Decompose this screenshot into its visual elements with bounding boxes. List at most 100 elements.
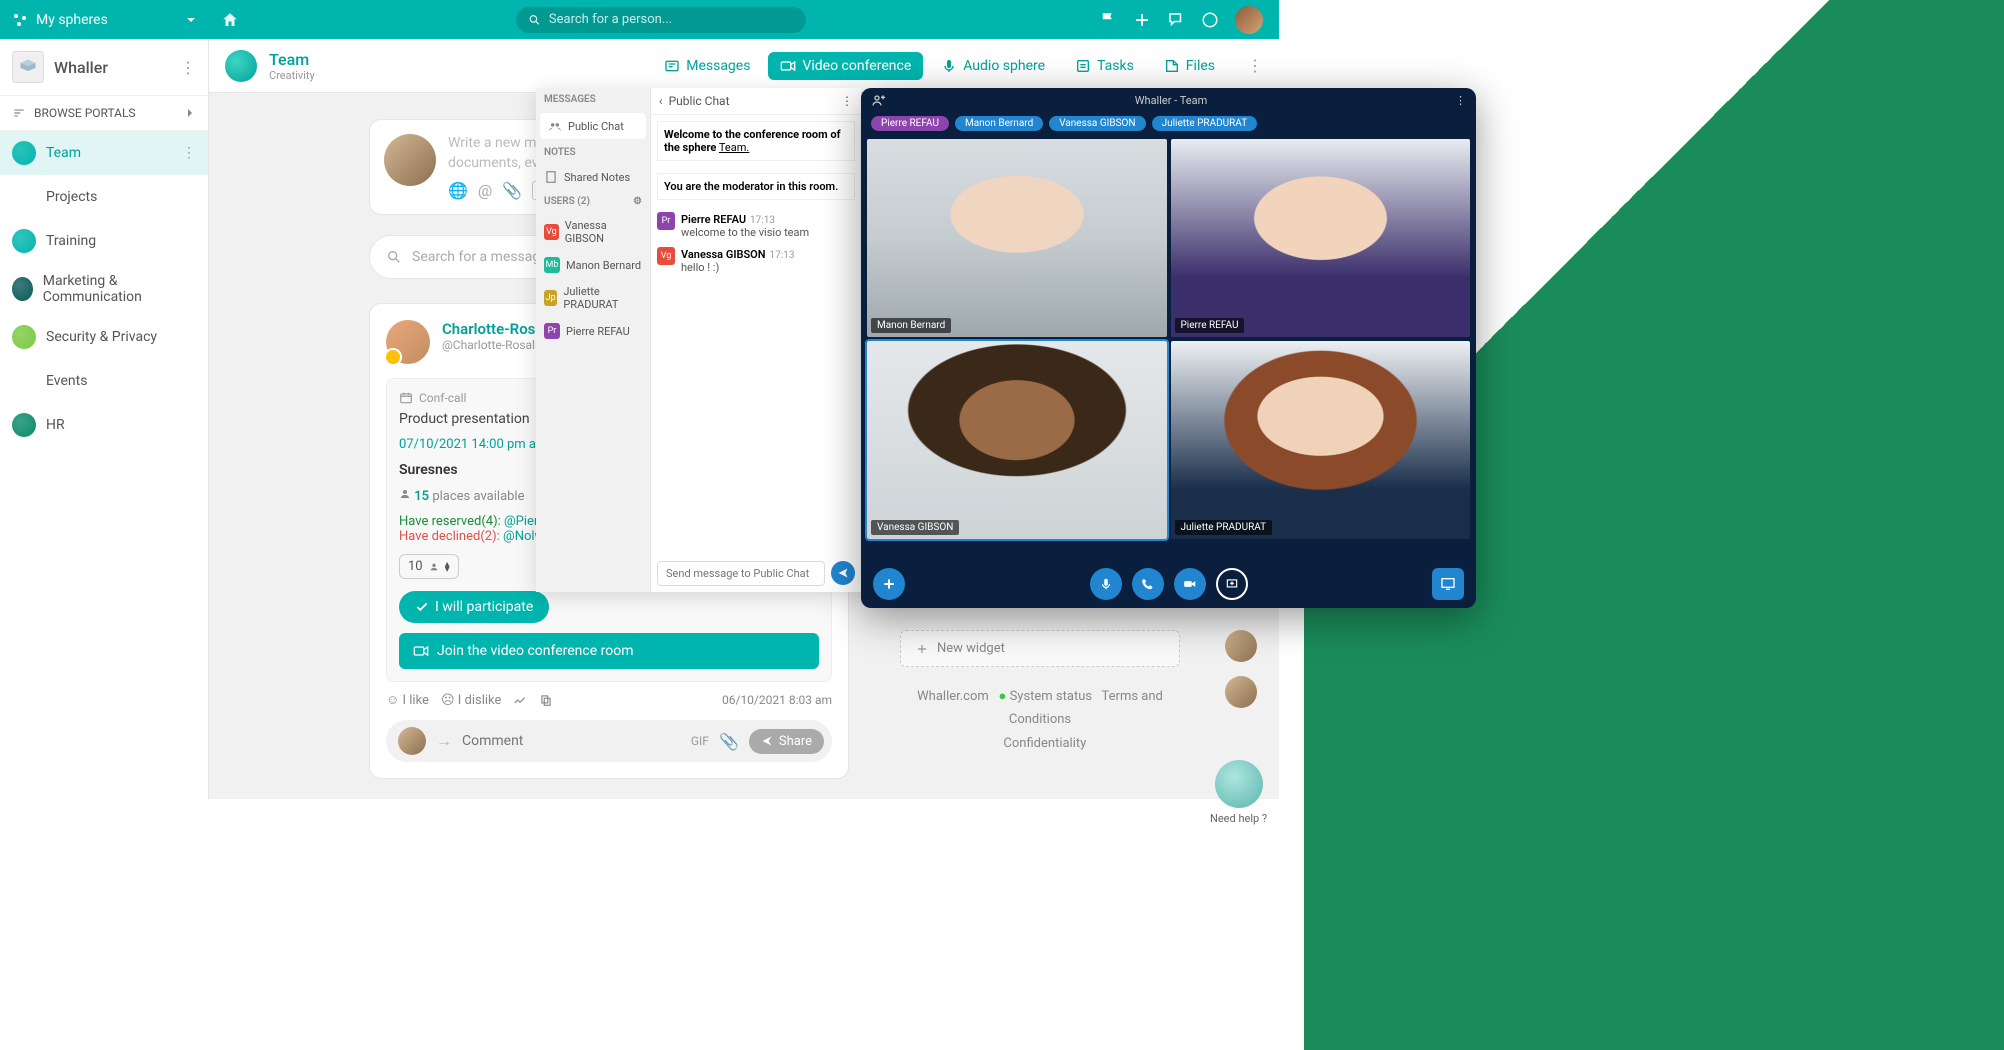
sphere-icon: [12, 277, 33, 301]
org-row[interactable]: Whaller ⋮: [0, 39, 208, 96]
video-participant-tag[interactable]: Pierre REFAU: [871, 116, 949, 131]
copy-icon[interactable]: [539, 693, 553, 707]
new-widget-button[interactable]: New widget: [900, 630, 1180, 667]
chat-user-manon-bernard[interactable]: MbManon Bernard: [536, 251, 650, 279]
sidebar-item-projects[interactable]: Projects: [0, 175, 208, 219]
attach-button[interactable]: 📎: [719, 732, 739, 751]
comment-box[interactable]: → GIF 📎 Share: [386, 720, 832, 762]
my-spheres-dropdown[interactable]: My spheres: [0, 12, 209, 28]
sidebar-item-events[interactable]: Events: [0, 359, 208, 403]
global-search[interactable]: [516, 7, 806, 33]
sidebar-item-label: Projects: [46, 189, 97, 205]
video-cell-pierre-refau[interactable]: Pierre REFAU: [1171, 139, 1471, 337]
footer-conf-link[interactable]: Confidentiality: [1003, 736, 1086, 751]
like-button[interactable]: ☺ I like: [386, 692, 429, 708]
post-quantity[interactable]: 10 ▴▾: [399, 554, 459, 579]
global-search-input[interactable]: [549, 12, 794, 27]
header-more-icon[interactable]: ⋮: [1247, 56, 1263, 75]
chat-welcome: Welcome to the conference room of the sp…: [657, 121, 855, 161]
video-add-button[interactable]: [873, 568, 905, 600]
sidebar-item-team[interactable]: Team ⋮: [0, 131, 208, 175]
chat-more-icon[interactable]: ⋮: [841, 94, 853, 108]
org-more-icon[interactable]: ⋮: [180, 58, 196, 77]
chat-back-icon[interactable]: ‹: [659, 94, 663, 108]
video-share-screen-button[interactable]: [1216, 568, 1248, 600]
chat-section-users: USERS (2): [544, 196, 633, 207]
chat-moderator-notice: You are the moderator in this room.: [657, 173, 855, 200]
compose-at-icon[interactable]: @: [478, 181, 492, 200]
video-conference-window: Whaller - Team ⋮ Pierre REFAUManon Berna…: [861, 88, 1476, 608]
sidebar-item-hr[interactable]: HR: [0, 403, 208, 447]
sphere-title: Team: [269, 50, 315, 69]
presence-avatar[interactable]: [1225, 676, 1257, 708]
help-icon[interactable]: [1201, 11, 1219, 29]
chat-user-vanessa-gibson[interactable]: VgVanessa GIBSON: [536, 213, 650, 251]
video-cell-manon-bernard[interactable]: Manon Bernard: [867, 139, 1167, 337]
search-messages-placeholder: Search for a message: [412, 249, 548, 265]
home-icon[interactable]: [221, 11, 239, 29]
sidebar-item-marketing-communication[interactable]: Marketing & Communication: [0, 263, 208, 315]
chat-msg-body: hello ! :): [681, 261, 794, 274]
video-participants-icon[interactable]: [871, 92, 887, 108]
my-spheres-label: My spheres: [36, 12, 108, 28]
chat-msg-name: Vanessa GIBSON: [681, 248, 766, 261]
chat-msg-time: 17:13: [770, 250, 795, 261]
org-icon: [12, 51, 44, 83]
stats-icon[interactable]: [513, 693, 527, 707]
sphere-icon: [225, 50, 257, 82]
video-participant-tag[interactable]: Manon Bernard: [955, 116, 1043, 131]
add-icon[interactable]: [1133, 11, 1151, 29]
share-button[interactable]: Share: [749, 729, 824, 754]
sphere-icon: [12, 229, 36, 253]
post-author-avatar[interactable]: [386, 320, 430, 364]
user-avatar[interactable]: [1235, 6, 1263, 34]
chat-send-button[interactable]: [831, 561, 855, 585]
sidebar-item-label: Security & Privacy: [46, 329, 157, 345]
chat-section-notes: NOTES: [536, 141, 650, 164]
video-mic-button[interactable]: [1090, 568, 1122, 600]
footer-whaller-link[interactable]: Whaller.com: [917, 689, 989, 704]
gif-button[interactable]: GIF: [691, 734, 709, 748]
video-phone-button[interactable]: [1132, 568, 1164, 600]
browse-portals[interactable]: BROWSE PORTALS: [0, 96, 208, 131]
sidebar-item-training[interactable]: Training: [0, 219, 208, 263]
video-cell-juliette-pradurat[interactable]: Juliette PRADURAT: [1171, 341, 1471, 539]
presence-avatars: [1225, 630, 1257, 708]
dislike-button[interactable]: ☹ I dislike: [441, 693, 501, 708]
tab-video-conference[interactable]: Video conference: [768, 52, 923, 80]
chat-user-pierre-refau[interactable]: PrPierre REFAU: [536, 317, 650, 345]
video-cell-vanessa-gibson[interactable]: Vanessa GIBSON: [867, 341, 1167, 539]
video-face: [1171, 341, 1471, 539]
compose-globe-icon[interactable]: 🌐: [448, 181, 468, 200]
presence-avatar[interactable]: [1225, 630, 1257, 662]
video-more-icon[interactable]: ⋮: [1455, 94, 1466, 107]
chat-input[interactable]: [657, 561, 825, 586]
flag-icon[interactable]: [1099, 11, 1117, 29]
comment-input[interactable]: [462, 733, 681, 749]
comment-avatar: [398, 727, 426, 755]
chat-user-juliette-pradurat[interactable]: JpJuliette PRADURAT: [536, 279, 650, 317]
participate-button[interactable]: I will participate: [399, 591, 549, 623]
footer-status-link[interactable]: System status: [1010, 689, 1093, 704]
join-video-button[interactable]: Join the video conference room: [399, 633, 819, 669]
users-settings-icon[interactable]: ⚙: [633, 196, 642, 207]
video-participant-tag[interactable]: Vanessa GIBSON: [1049, 116, 1145, 131]
sidebar-item-security-privacy[interactable]: Security & Privacy: [0, 315, 208, 359]
sidebar-item-label: Team: [46, 145, 81, 161]
video-participant-tag[interactable]: Juliette PRADURAT: [1152, 116, 1258, 131]
sphere-icon: [12, 325, 36, 349]
chat-shared-notes-item[interactable]: Shared Notes: [536, 164, 650, 190]
compose-attach-icon[interactable]: 📎: [502, 181, 522, 200]
tab-messages[interactable]: Messages: [652, 52, 762, 80]
chat-icon[interactable]: [1167, 11, 1185, 29]
video-camera-button[interactable]: [1174, 568, 1206, 600]
tab-tasks[interactable]: Tasks: [1063, 52, 1146, 80]
user-badge: Mb: [544, 257, 560, 273]
video-window-title: Whaller - Team: [1135, 94, 1208, 107]
tab-audio-sphere[interactable]: Audio sphere: [929, 52, 1057, 80]
item-more-icon[interactable]: ⋮: [182, 145, 196, 161]
chat-public-chat-item[interactable]: Public Chat: [540, 113, 646, 139]
tab-files[interactable]: Files: [1152, 52, 1227, 80]
video-present-button[interactable]: [1432, 568, 1464, 600]
help-widget[interactable]: Need help ?: [1210, 760, 1267, 825]
